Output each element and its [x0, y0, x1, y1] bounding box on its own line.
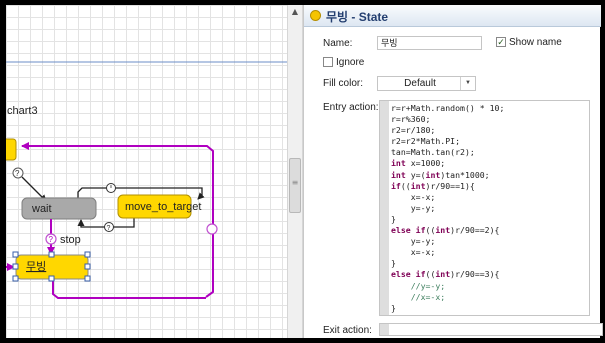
show-name-checkbox[interactable]: ✓ — [496, 37, 506, 47]
panel-header: 무빙 - State — [304, 5, 601, 27]
grip-icon: ≡ — [291, 178, 299, 187]
state-partial[interactable] — [6, 138, 17, 161]
show-name-label: Show name — [509, 37, 562, 48]
entry-action-editor[interactable]: r=r+Math.random() * 10; r=r%360; r2=r/18… — [379, 100, 590, 316]
scroll-up-arrow-icon[interactable]: ▲ — [288, 5, 302, 19]
name-input[interactable]: 무빙 — [377, 36, 482, 50]
state-wait-label: wait — [31, 203, 52, 215]
guard-icon-glyph: ? — [15, 169, 20, 178]
name-label: Name: — [323, 38, 353, 49]
statechart-canvas[interactable]: chart3 ? ? wait move_to_target ? stop 무빙 — [6, 5, 287, 338]
ignore-checkbox[interactable] — [323, 57, 333, 67]
window-frame: chart3 ? ? wait move_to_target ? stop 무빙… — [0, 0, 605, 343]
transition-to-wait[interactable] — [21, 176, 47, 202]
transition-loop-bottom[interactable] — [52, 279, 206, 299]
chevron-down-icon[interactable]: ▼ — [460, 77, 475, 90]
guard-icon-2-glyph: ? — [107, 225, 111, 232]
properties-panel: 무빙 - State Name: 무빙 ✓ Show name Ignore F… — [303, 5, 603, 338]
statechart-diagram: chart3 ? ? wait move_to_target ? stop 무빙 — [6, 61, 287, 299]
fill-color-label: Fill color: — [323, 78, 364, 89]
panel-title: 무빙 - State — [326, 10, 389, 24]
entry-action-label: Entry action: — [323, 102, 379, 113]
transition-stop-label: stop — [60, 234, 81, 246]
state-icon — [310, 10, 321, 21]
fill-color-value: Default — [404, 78, 436, 89]
state-selected-label: 무빙 — [26, 260, 46, 273]
state-move-to-target-label: move_to_target — [125, 201, 201, 213]
fill-color-select[interactable]: Default ▼ — [377, 76, 476, 91]
ignore-label: Ignore — [336, 57, 365, 68]
exit-action-editor[interactable] — [379, 323, 603, 336]
timeout-marker[interactable] — [206, 223, 218, 235]
stop-guard-glyph: ? — [49, 235, 54, 244]
vertical-scrollbar[interactable]: ▲ ≡ — [287, 5, 303, 338]
scroll-thumb[interactable]: ≡ — [289, 158, 301, 213]
editor-gutter — [380, 101, 389, 315]
chart-label: chart3 — [7, 105, 38, 117]
entry-action-code[interactable]: r=r+Math.random() * 10; r=r%360; r2=r/18… — [391, 103, 578, 315]
editor-gutter — [380, 324, 389, 335]
exit-action-label: Exit action: — [323, 325, 372, 336]
